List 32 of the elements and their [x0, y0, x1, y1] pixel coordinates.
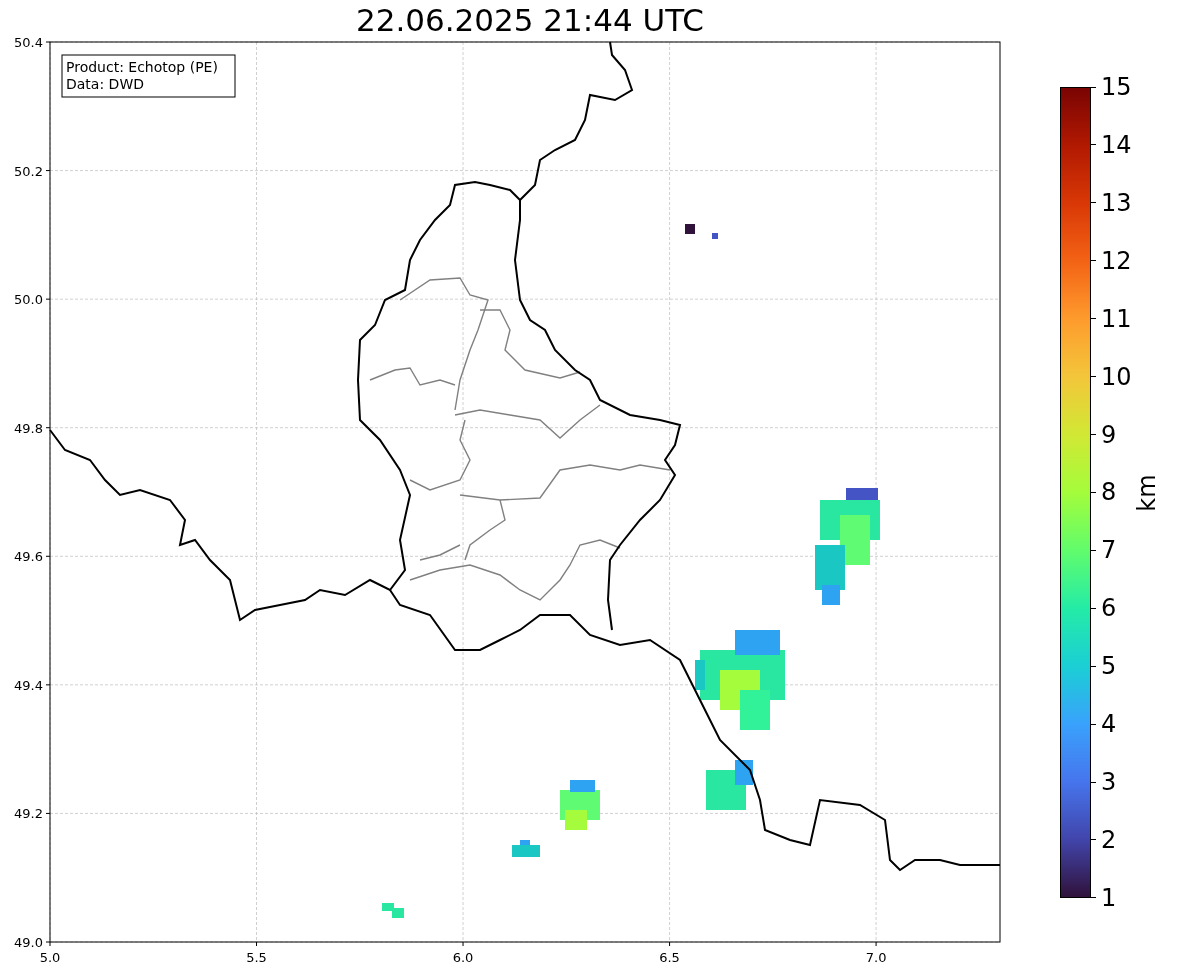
colorbar-tick-label: 9 [1101, 420, 1117, 449]
colorbar-tick-label: 2 [1101, 826, 1117, 854]
colorbar-label: km [1132, 473, 1161, 512]
colorbar-tick-label: 6 [1101, 594, 1117, 623]
colorbar-tick-label: 15 [1101, 73, 1132, 101]
colorbar-tick-label: 1 [1101, 883, 1117, 912]
colorbar-tick-label: 12 [1101, 246, 1132, 275]
info-text: Data: DWD [66, 76, 144, 92]
y-tick-label: 49.8 [14, 420, 43, 436]
y-tick-label: 50.2 [14, 163, 43, 179]
colorbar-tick-label: 7 [1101, 536, 1117, 565]
colorbar-tick-label: 10 [1101, 362, 1132, 391]
x-tick-label: 6.5 [659, 950, 680, 965]
x-tick-label: 7.0 [865, 950, 887, 965]
colorbar-tick-label: 5 [1101, 652, 1117, 681]
chart-title: 22.06.2025 21:44 UTC [356, 1, 704, 40]
x-tick-label: 5.0 [39, 950, 61, 965]
colorbar-tick-label: 14 [1101, 130, 1132, 159]
colorbar-tick-label: 8 [1101, 478, 1117, 507]
colorbar-tick-label: 4 [1101, 710, 1117, 739]
colorbar-tick-label: 13 [1101, 188, 1132, 217]
y-tick-label: 49.0 [14, 935, 43, 950]
y-tick-label: 50.4 [14, 35, 43, 50]
colorbar-tick-label: 3 [1101, 768, 1117, 797]
info-text: Product: Echotop (PE) [66, 59, 218, 75]
y-tick-label: 49.4 [14, 677, 43, 693]
colorbar-tick-label: 11 [1101, 304, 1132, 333]
y-tick-label: 49.2 [14, 806, 43, 822]
y-tick-label: 49.6 [14, 549, 43, 565]
x-tick-label: 5.5 [246, 950, 267, 965]
y-tick-label: 50.0 [14, 292, 43, 308]
x-tick-label: 6.0 [452, 950, 474, 965]
